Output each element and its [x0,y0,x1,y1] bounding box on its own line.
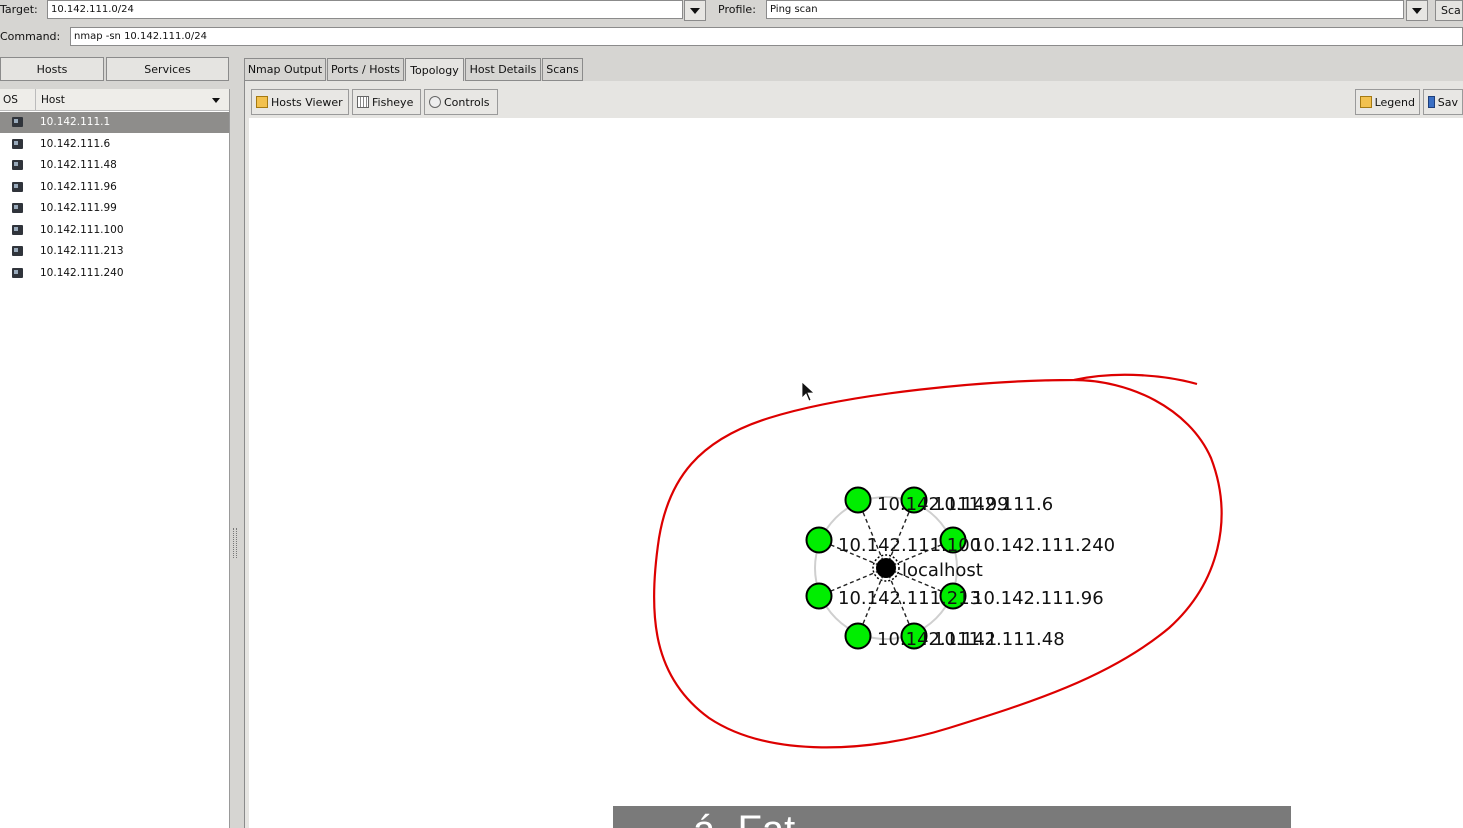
host-label: 10.142.111.96 [972,588,1104,609]
legend-icon [1360,96,1372,108]
sort-arrow-icon [212,98,220,103]
host-label: 10.142.111.213 [838,588,981,609]
os-icon [12,139,23,149]
tab-host-details[interactable]: Host Details [465,58,541,81]
scan-button[interactable]: Sca [1435,0,1463,21]
host-node[interactable] [805,582,833,610]
host-label: 10.142.111.100 [838,535,981,556]
tab-topology[interactable]: Topology [405,58,464,82]
column-header-host-label: Host [41,94,65,106]
os-icon [12,160,23,170]
host-ip: 10.142.111.1 [40,116,111,128]
host-node[interactable] [805,526,833,554]
localhost-node[interactable] [876,558,896,578]
overlay-banner: á Fat [613,806,1291,828]
os-icon [12,117,23,127]
save-label: Sav [1437,95,1458,109]
profile-label: Profile: [718,3,756,16]
target-label: Target: [0,3,38,16]
column-header-os[interactable]: OS [0,89,36,111]
target-dropdown-button[interactable] [684,0,706,21]
os-icon [12,268,23,278]
hosts-viewer-button[interactable]: Hosts Viewer [251,89,349,115]
host-node[interactable] [844,486,872,514]
magnifier-icon [429,96,441,108]
topology-canvas[interactable]: localhost 10.142.111.99 10.142.111.6 10.… [249,118,1463,828]
chevron-down-icon [690,7,700,14]
tab-nmap-output[interactable]: Nmap Output [244,58,326,81]
legend-button[interactable]: Legend [1355,89,1420,115]
tab-scans[interactable]: Scans [542,58,583,81]
os-icon [12,246,23,256]
localhost-label: localhost [902,560,983,581]
fisheye-label: Fisheye [372,95,414,109]
overlay-banner-text: á Fat [693,810,795,828]
host-ip: 10.142.111.6 [40,138,111,150]
host-row[interactable]: 10.142.111.100 [0,220,229,241]
command-input[interactable]: nmap -sn 10.142.111.0/24 [70,27,1463,46]
save-icon [1428,96,1435,108]
host-row[interactable]: 10.142.111.48 [0,155,229,176]
host-ip: 10.142.111.100 [40,224,124,236]
column-header-host[interactable]: Host [36,89,229,111]
host-ip: 10.142.111.48 [40,159,117,171]
pane-splitter-handle[interactable] [233,528,237,558]
topology-graph: localhost 10.142.111.99 10.142.111.6 10.… [652,373,1223,749]
profile-dropdown-button[interactable] [1406,0,1428,21]
os-icon [12,182,23,192]
host-row[interactable]: 10.142.111.213 [0,241,229,262]
host-ip: 10.142.111.99 [40,202,117,214]
host-list-panel: OS Host 10.142.111.1 10.142.111.6 10.142… [0,89,230,828]
command-label: Command: [0,30,61,43]
host-label: 10.142.111.48 [933,629,1065,650]
fisheye-icon [357,96,369,108]
host-ip: 10.142.111.96 [40,181,117,193]
tab-ports-hosts[interactable]: Ports / Hosts [327,58,404,81]
legend-label: Legend [1374,95,1415,109]
mouse-cursor-icon [801,381,816,402]
host-row[interactable]: 10.142.111.96 [0,177,229,198]
host-ip: 10.142.111.213 [40,245,124,257]
chevron-down-icon [1412,7,1422,14]
host-label: 10.142.111.6 [933,494,1053,515]
controls-label: Controls [444,95,490,109]
host-row[interactable]: 10.142.111.240 [0,263,229,284]
hosts-viewer-icon [256,96,268,108]
host-label: 10.142.111.240 [972,535,1115,556]
profile-select[interactable]: Ping scan [766,0,1404,19]
target-input[interactable]: 10.142.111.0/24 [47,0,683,19]
host-node[interactable] [844,622,872,650]
os-icon [12,225,23,235]
hosts-viewer-label: Hosts Viewer [271,95,343,109]
fisheye-button[interactable]: Fisheye [352,89,421,115]
services-tab-button[interactable]: Services [106,57,229,81]
os-icon [12,203,23,213]
controls-button[interactable]: Controls [424,89,498,115]
host-row[interactable]: 10.142.111.99 [0,198,229,219]
host-row[interactable]: 10.142.111.1 [0,112,229,133]
save-button[interactable]: Sav [1423,89,1463,115]
host-row[interactable]: 10.142.111.6 [0,134,229,155]
host-ip: 10.142.111.240 [40,267,124,279]
hosts-tab-button[interactable]: Hosts [0,57,104,81]
